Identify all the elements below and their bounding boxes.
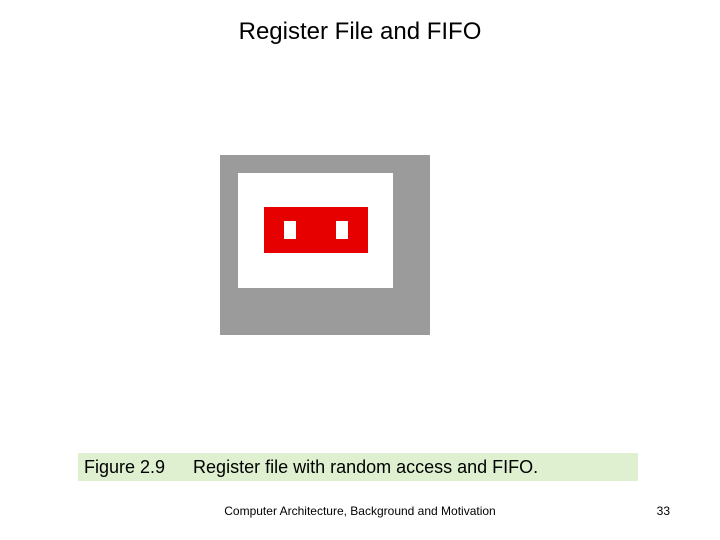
page-number: 33	[657, 504, 670, 518]
broken-image-placeholder	[220, 155, 430, 335]
figure-label: Figure 2.9	[78, 457, 193, 478]
slide: Register File and FIFO Figure 2.9 Regist…	[0, 0, 720, 540]
figure-caption-bar: Figure 2.9 Register file with random acc…	[78, 453, 638, 481]
footer-text: Computer Architecture, Background and Mo…	[0, 504, 720, 518]
figure-caption: Register file with random access and FIF…	[193, 457, 538, 478]
slide-title: Register File and FIFO	[0, 18, 720, 46]
